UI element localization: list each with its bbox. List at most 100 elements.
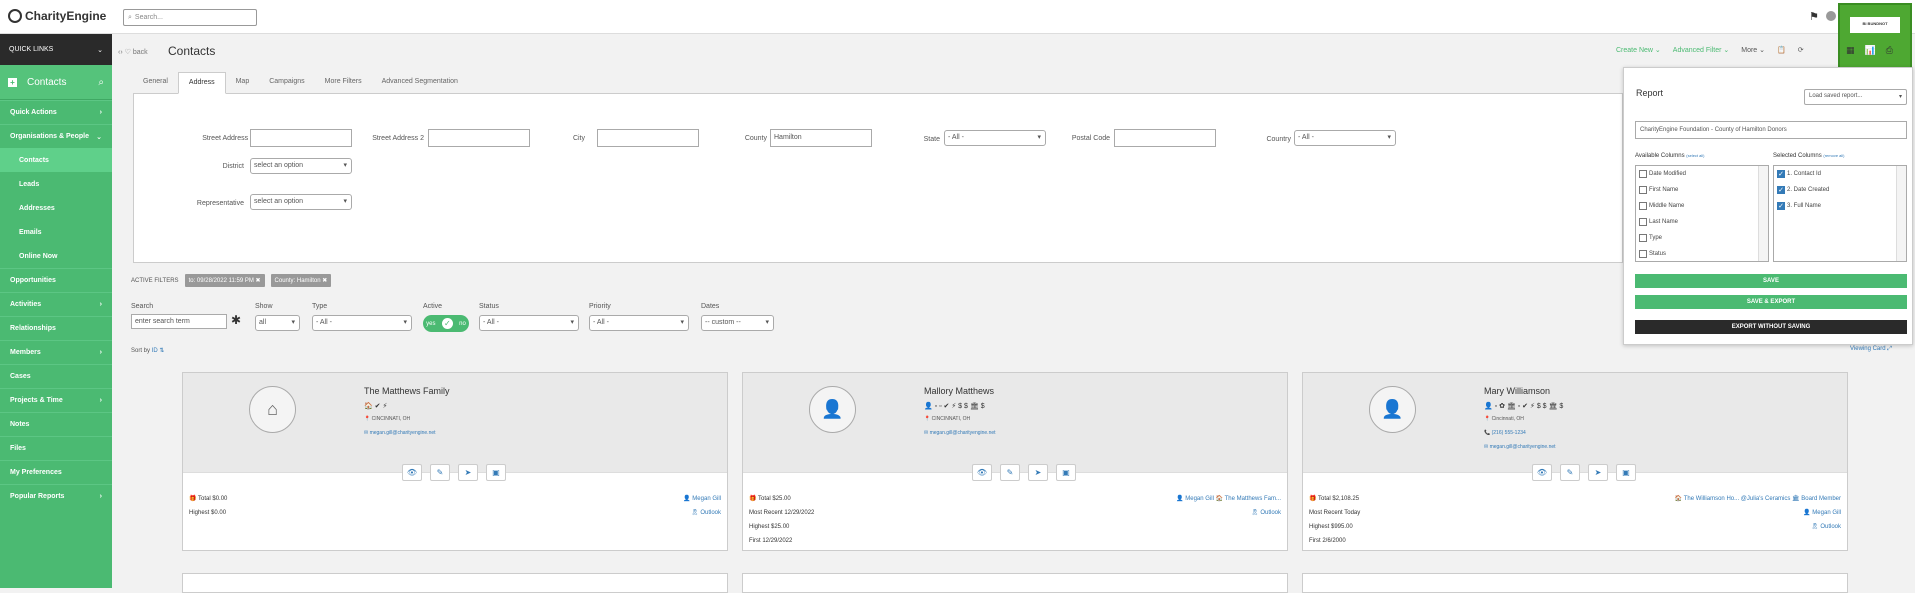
status-select[interactable]: - All - xyxy=(479,315,579,331)
sidebar-item-addresses[interactable]: Addresses xyxy=(0,196,112,220)
tab-general[interactable]: General xyxy=(133,72,178,94)
contact-card[interactable]: 👤 Mallory Matthews 👤 ▫ ▫ ✔ ⚡ $ $ 🏛 $ 📍 C… xyxy=(742,372,1288,551)
edit-icon[interactable]: ✎ xyxy=(1000,464,1020,481)
refresh-icon[interactable]: ⟳ xyxy=(1798,46,1804,54)
export-without-saving-button[interactable]: EXPORT WITHOUT SAVING xyxy=(1635,320,1907,334)
selected-column-item[interactable]: ✓ 3. Full Name xyxy=(1774,198,1906,214)
scrollbar[interactable] xyxy=(1758,166,1768,261)
sidebar-item-notes[interactable]: Notes xyxy=(0,412,112,436)
available-column-item[interactable]: First Name xyxy=(1636,182,1768,198)
viewing-card-toggle[interactable]: Viewing Card ⤢ xyxy=(1850,346,1892,353)
sidebar-item-quick-actions[interactable]: Quick Actions › xyxy=(0,100,112,124)
contact-detail[interactable]: ✉ megan.gill@charityengine.net xyxy=(1484,444,1556,450)
show-select[interactable]: all xyxy=(255,315,300,331)
checkbox[interactable] xyxy=(1639,234,1647,242)
back-link[interactable]: ‹› ♡ back xyxy=(118,48,148,56)
app-logo[interactable]: CharityEngine xyxy=(8,9,106,23)
contact-card[interactable]: 👤 Mary Williamson 👤 ▫ ✿ 🏛 ▫ ✔ ⚡ $ $ 🏛 $ … xyxy=(1302,372,1848,551)
sidebar-item-emails[interactable]: Emails xyxy=(0,220,112,244)
global-search-input[interactable]: ⌕ Search... xyxy=(123,9,257,26)
sidebar-item-organisations-people[interactable]: Organisations & People ⌄ xyxy=(0,124,112,148)
checkbox[interactable] xyxy=(1639,218,1647,226)
card-link[interactable]: 👤 Megan Gill 🏠 The Matthews Fam... xyxy=(1176,492,1281,506)
selected-column-item[interactable]: ✓ 1. Contact Id xyxy=(1774,166,1906,182)
sidebar-item-my-preferences[interactable]: My Preferences xyxy=(0,460,112,484)
active-toggle[interactable]: yes ✓ no xyxy=(423,315,469,332)
available-column-item[interactable]: Last Name xyxy=(1636,214,1768,230)
tab-advanced-segmentation[interactable]: Advanced Segmentation xyxy=(372,72,468,94)
flag-icon[interactable]: ⚑ xyxy=(1809,10,1819,23)
available-columns-list[interactable]: Date Modified First Name Middle Name Last N… xyxy=(1635,165,1769,262)
contact-card[interactable]: ⌂ The Matthews Family 🏠 ✔ ⚡ 📍 CINCINNATI… xyxy=(182,372,728,551)
sidebar-item-opportunities[interactable]: Opportunities xyxy=(0,268,112,292)
contact-detail[interactable]: ✉ megan.gill@charityengine.net xyxy=(924,430,996,436)
checkbox[interactable] xyxy=(1639,170,1647,178)
contact-detail[interactable]: 📞 (216) 555-1234 xyxy=(1484,430,1526,436)
available-column-item[interactable]: Type xyxy=(1636,230,1768,246)
edit-icon[interactable]: ✎ xyxy=(1560,464,1580,481)
tab-campaigns[interactable]: Campaigns xyxy=(259,72,314,94)
filter-chip-county[interactable]: County: Hamilton ✖ xyxy=(270,274,332,287)
save-icon[interactable]: ▣ xyxy=(1056,464,1076,481)
card-link[interactable]: 👤 Megan Gill xyxy=(683,492,721,506)
sidebar-item-contacts[interactable]: Contacts xyxy=(0,148,112,172)
checkbox-checked[interactable]: ✓ xyxy=(1777,186,1785,194)
sidebar-item-files[interactable]: Files xyxy=(0,436,112,460)
send-icon[interactable]: ➤ xyxy=(1028,464,1048,481)
card-link[interactable]: 🎗 Outlook xyxy=(683,506,721,520)
contact-name[interactable]: Mary Williamson xyxy=(1484,386,1550,396)
sidebar-item-leads[interactable]: Leads xyxy=(0,172,112,196)
scrollbar[interactable] xyxy=(1896,166,1906,261)
save-button[interactable]: SAVE xyxy=(1635,274,1907,288)
available-column-item[interactable]: Middle Name xyxy=(1636,198,1768,214)
checkbox[interactable] xyxy=(1639,186,1647,194)
card-link[interactable]: 🏠 The Williamson Ho... @Julia's Ceramics… xyxy=(1675,492,1841,506)
sidebar-item-relationships[interactable]: Relationships xyxy=(0,316,112,340)
search-icon[interactable]: ⌕ xyxy=(98,77,104,88)
card-link[interactable]: 🎗 Outlook xyxy=(1176,506,1281,520)
add-icon[interactable]: + xyxy=(8,77,17,87)
clipboard-icon[interactable]: 📋 xyxy=(1777,46,1786,54)
dates-select[interactable]: -- custom -- xyxy=(701,315,774,331)
sidebar-item-online-now[interactable]: Online Now xyxy=(0,244,112,268)
contact-name[interactable]: The Matthews Family xyxy=(364,386,450,396)
quick-links[interactable]: QUICK LINKS ⌄ xyxy=(0,34,112,65)
filter-chip-date[interactable]: to: 09/28/2022 11:59 PM ✖ xyxy=(184,274,265,287)
street1-input[interactable] xyxy=(250,129,352,147)
sidebar-item-activities[interactable]: Activities › xyxy=(0,292,112,316)
type-select[interactable]: - All - xyxy=(312,315,412,331)
tab-map[interactable]: Map xyxy=(226,72,260,94)
contact-detail[interactable]: ✉ megan.gill@charityengine.net xyxy=(364,430,436,436)
checkbox[interactable] xyxy=(1639,202,1647,210)
edit-icon[interactable]: ✎ xyxy=(430,464,450,481)
save-icon[interactable]: ▣ xyxy=(486,464,506,481)
section-header[interactable]: + Contacts ⌕ xyxy=(0,65,112,100)
checkbox[interactable] xyxy=(1639,250,1647,258)
more-button[interactable]: More ⌄ xyxy=(1741,46,1765,54)
contact-name[interactable]: Mallory Matthews xyxy=(924,386,994,396)
sidebar-item-popular-reports[interactable]: Popular Reports › xyxy=(0,484,112,508)
advanced-filter-button[interactable]: Advanced Filter ⌄ xyxy=(1673,46,1729,54)
available-column-item[interactable]: Date Modified xyxy=(1636,166,1768,182)
send-icon[interactable]: ➤ xyxy=(458,464,478,481)
country-select[interactable]: - All - xyxy=(1294,130,1396,146)
report-name-input[interactable]: CharityEngine Foundation - County of Ham… xyxy=(1635,121,1907,139)
send-icon[interactable]: ➤ xyxy=(1588,464,1608,481)
avatar[interactable] xyxy=(1826,11,1836,21)
checkbox-checked[interactable]: ✓ xyxy=(1777,170,1785,178)
state-select[interactable]: - All - xyxy=(944,130,1046,146)
search-term-input[interactable]: enter search term xyxy=(131,314,227,329)
card-link[interactable]: 🎗 Outlook xyxy=(1675,520,1841,534)
selected-column-item[interactable]: ✓ 2. Date Created xyxy=(1774,182,1906,198)
wildcard-icon[interactable]: ✱ xyxy=(231,313,241,327)
create-new-button[interactable]: Create New ⌄ xyxy=(1616,46,1661,54)
sort-control[interactable]: Sort by ID ⇅ xyxy=(131,347,164,354)
priority-select[interactable]: - All - xyxy=(589,315,689,331)
view-icon[interactable]: 👁 xyxy=(1532,464,1552,481)
selected-columns-list[interactable]: ✓ 1. Contact Id ✓ 2. Date Created ✓ 3. Full N… xyxy=(1773,165,1907,262)
city-input[interactable] xyxy=(597,129,699,147)
sidebar-item-cases[interactable]: Cases xyxy=(0,364,112,388)
district-select[interactable]: select an option xyxy=(250,158,352,174)
save-icon[interactable]: ▣ xyxy=(1616,464,1636,481)
representative-select[interactable]: select an option xyxy=(250,194,352,210)
